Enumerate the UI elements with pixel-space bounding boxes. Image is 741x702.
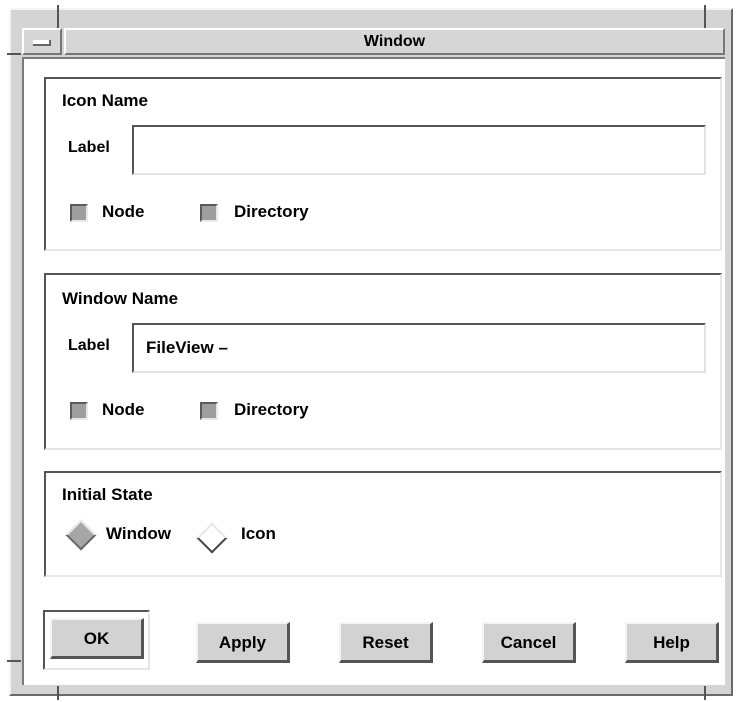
initial-state-group: Initial State Window Icon bbox=[44, 471, 722, 577]
icon-name-directory-label[interactable]: Directory bbox=[234, 202, 309, 222]
cancel-button[interactable]: Cancel bbox=[482, 622, 576, 663]
window-name-node-label[interactable]: Node bbox=[102, 400, 145, 420]
window-name-group-title: Window Name bbox=[62, 289, 179, 308]
icon-name-node-label[interactable]: Node bbox=[102, 202, 145, 222]
title-bar[interactable]: Window bbox=[22, 28, 725, 55]
window-name-directory-label[interactable]: Directory bbox=[234, 400, 309, 420]
icon-name-label-caption: Label bbox=[68, 139, 110, 156]
help-button[interactable]: Help bbox=[625, 622, 719, 663]
window-name-label-caption: Label bbox=[68, 337, 110, 354]
initial-state-window-radio[interactable] bbox=[65, 519, 97, 551]
initial-state-window-label[interactable]: Window bbox=[106, 524, 171, 544]
window-name-directory-checkbox[interactable] bbox=[200, 402, 218, 420]
window-name-node-checkbox[interactable] bbox=[70, 402, 88, 420]
frame-resize-handle-bottom-left[interactable] bbox=[57, 686, 59, 700]
icon-name-directory-checkbox[interactable] bbox=[200, 204, 218, 222]
frame-resize-handle-top-right[interactable] bbox=[704, 5, 706, 29]
icon-name-label-input[interactable] bbox=[132, 125, 706, 175]
window-menu-icon bbox=[33, 40, 51, 46]
frame-resize-handle-left-bottom[interactable] bbox=[7, 660, 21, 662]
ok-button[interactable]: OK bbox=[50, 618, 144, 659]
window-title[interactable]: Window bbox=[64, 28, 725, 55]
frame-resize-handle-top-left[interactable] bbox=[57, 5, 59, 29]
window-menu-button[interactable] bbox=[22, 28, 62, 55]
initial-state-icon-radio[interactable] bbox=[196, 522, 228, 554]
apply-button[interactable]: Apply bbox=[196, 622, 290, 663]
icon-name-group-title: Icon Name bbox=[62, 91, 148, 110]
icon-name-group: Icon Name Label Node Directory bbox=[44, 77, 722, 251]
dialog-body: Icon Name Label Node Directory Window Na… bbox=[22, 57, 725, 685]
frame-resize-handle-left-top[interactable] bbox=[7, 53, 21, 55]
window-name-label-input[interactable] bbox=[132, 323, 706, 373]
icon-name-node-checkbox[interactable] bbox=[70, 204, 88, 222]
window-name-group: Window Name Label Node Directory bbox=[44, 273, 722, 450]
initial-state-icon-label[interactable]: Icon bbox=[241, 524, 276, 544]
reset-button[interactable]: Reset bbox=[339, 622, 433, 663]
initial-state-group-title: Initial State bbox=[62, 485, 153, 504]
frame-resize-handle-bottom-right[interactable] bbox=[704, 686, 706, 700]
